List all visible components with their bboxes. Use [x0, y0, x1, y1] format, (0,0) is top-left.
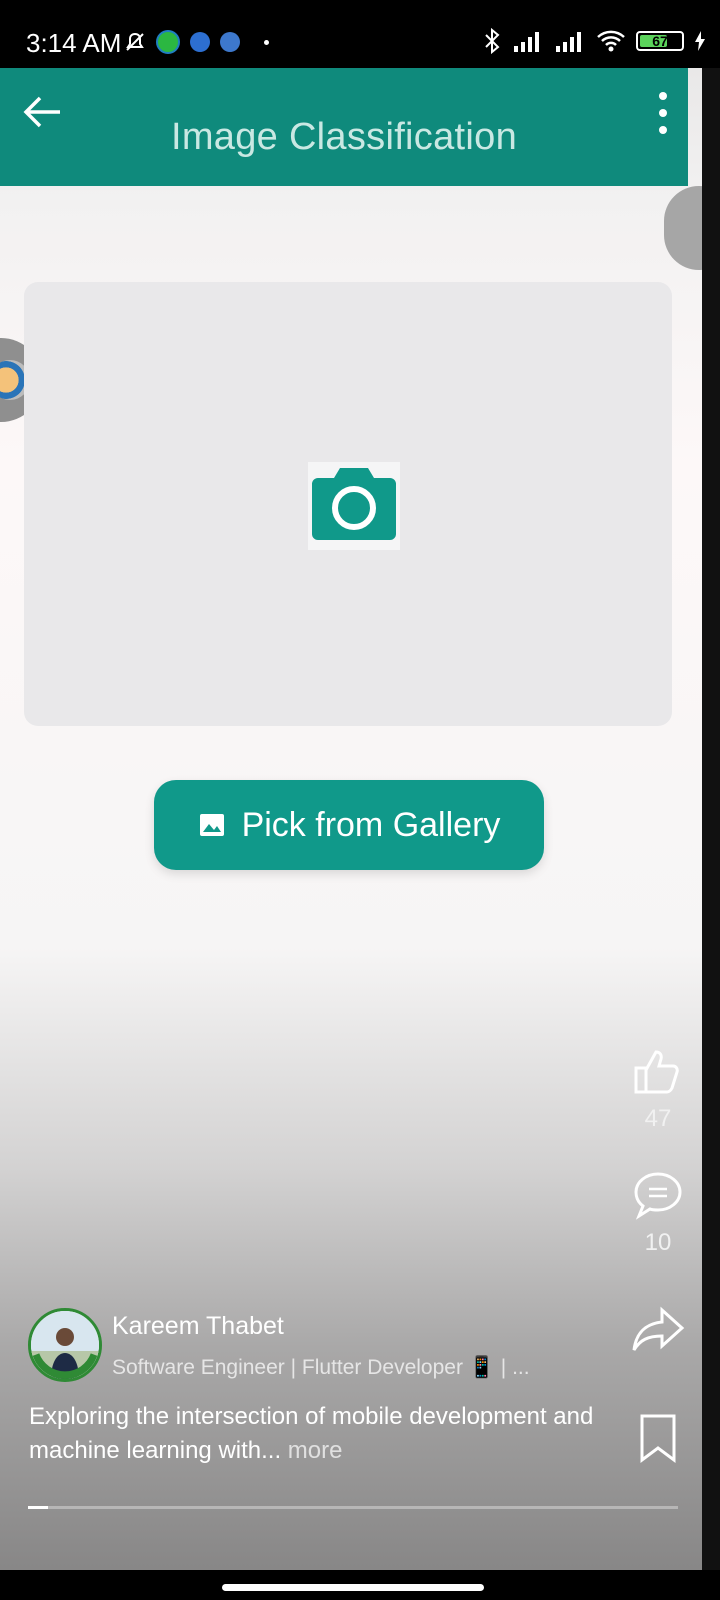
- comment-count: 10: [644, 1229, 672, 1256]
- image-preview-panel[interactable]: [24, 282, 672, 726]
- page-title: Image Classification: [170, 116, 518, 158]
- more-notifications-icon: [264, 39, 269, 45]
- author-name[interactable]: Kareem Thabet: [112, 1312, 284, 1341]
- home-indicator[interactable]: [222, 1584, 484, 1591]
- video-progress-bar[interactable]: [28, 1506, 678, 1509]
- bluetooth-icon: [485, 28, 500, 54]
- comment-icon[interactable]: [631, 1168, 685, 1222]
- avatar-photo: [31, 1311, 99, 1379]
- floating-bubble[interactable]: [664, 186, 702, 270]
- signal-icon: [514, 32, 539, 52]
- status-time: 3:14 AM: [26, 28, 122, 58]
- share-action[interactable]: [628, 1304, 688, 1361]
- wifi-icon: [597, 30, 625, 52]
- save-action[interactable]: [628, 1412, 688, 1469]
- notification-app-icon: [220, 32, 240, 52]
- video-progress-fill: [28, 1506, 48, 1509]
- status-notification-icons: [124, 30, 269, 54]
- image-icon: [199, 814, 224, 836]
- avatar[interactable]: [28, 1308, 102, 1382]
- status-system-icons: 67: [482, 28, 706, 54]
- app-bar: Image Classification: [0, 68, 688, 186]
- camera-icon[interactable]: [304, 458, 404, 554]
- mute-notifications-icon: [126, 32, 144, 51]
- messenger-icon: [190, 32, 210, 52]
- pick-from-gallery-button[interactable]: Pick from Gallery: [154, 780, 544, 870]
- status-bar: 3:14 AM 67: [0, 0, 720, 68]
- share-arrow-icon[interactable]: [630, 1304, 686, 1356]
- pick-from-gallery-label: Pick from Gallery: [241, 805, 501, 844]
- post-caption[interactable]: Exploring the intersection of mobile dev…: [29, 1400, 609, 1468]
- more-vert-icon[interactable]: [648, 88, 678, 138]
- whatsapp-icon: [156, 30, 180, 54]
- reel-video[interactable]: Image Classification Pick from Gallery 4…: [0, 68, 702, 1570]
- battery-level: 67: [652, 33, 668, 49]
- edge-strip: [702, 68, 720, 1570]
- battery-icon: 67: [636, 31, 684, 51]
- signal-icon: [556, 32, 581, 52]
- bookmark-icon[interactable]: [636, 1412, 680, 1464]
- like-action[interactable]: 47: [628, 1042, 688, 1133]
- comment-action[interactable]: 10: [628, 1168, 688, 1257]
- author-headline: Software Engineer | Flutter Developer 📱 …: [112, 1356, 530, 1379]
- like-count: 47: [644, 1105, 672, 1132]
- charging-icon: [695, 31, 705, 51]
- caption-more-link[interactable]: more: [281, 1437, 343, 1464]
- thumbs-up-icon[interactable]: [630, 1042, 686, 1098]
